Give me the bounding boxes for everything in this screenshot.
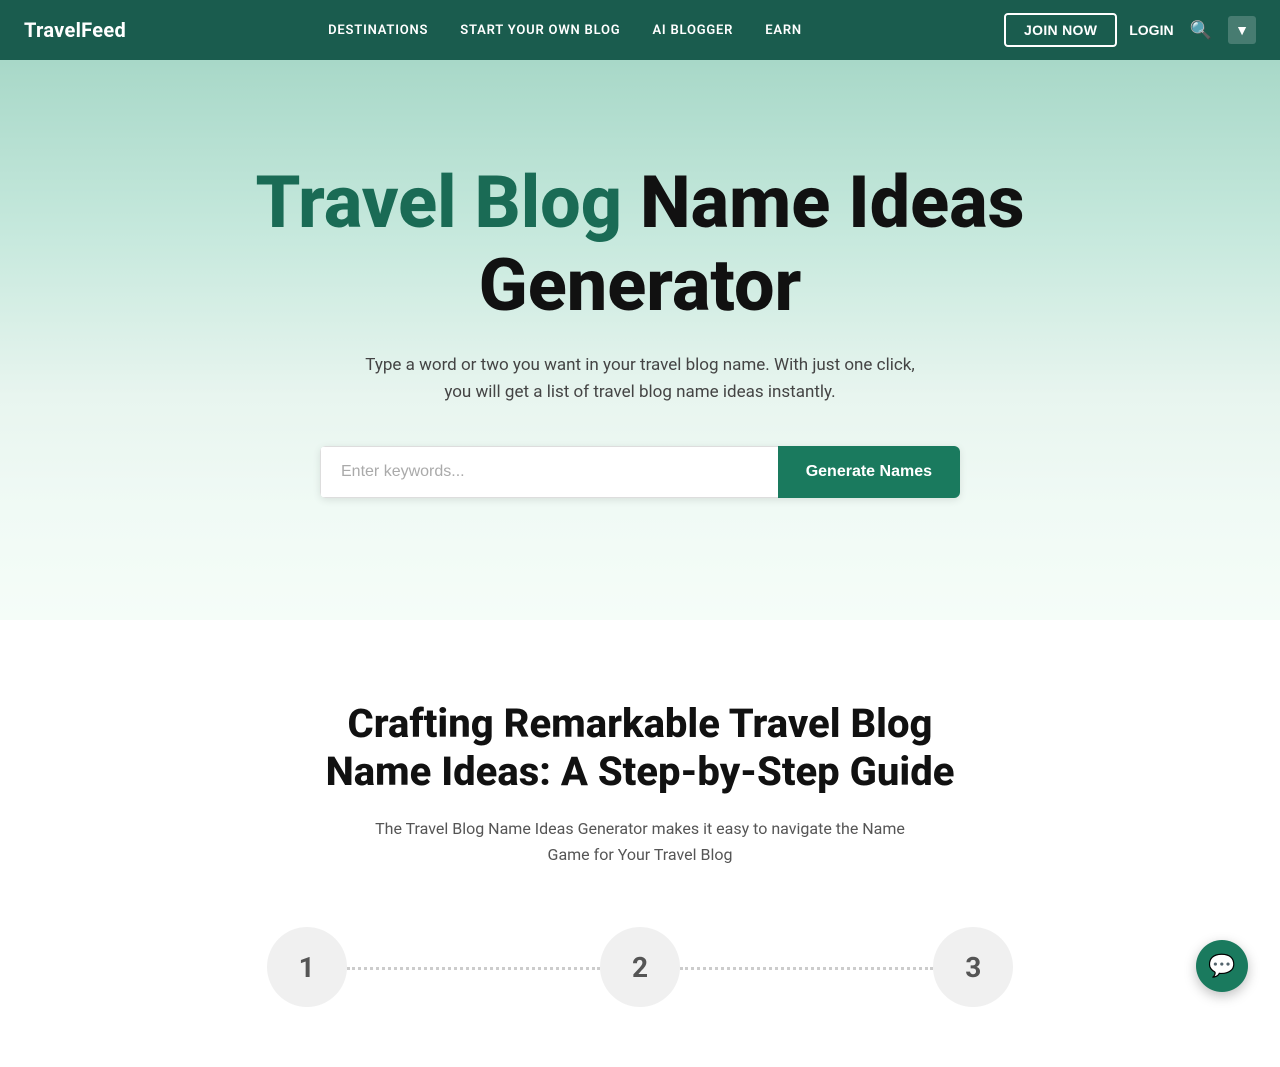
nav-ai-blogger[interactable]: AI BLOGGER xyxy=(652,23,733,38)
hero-subtitle: Type a word or two you want in your trav… xyxy=(360,352,920,406)
header-actions: JOIN NOW LOGIN 🔍 ▼ xyxy=(1004,13,1256,47)
step-3-circle: 3 xyxy=(933,927,1013,1007)
hero-section: Travel Blog Name Ideas Generator Type a … xyxy=(0,60,1280,620)
generate-names-button[interactable]: Generate Names xyxy=(778,446,960,498)
step-2-circle: 2 xyxy=(600,927,680,1007)
keywords-input[interactable] xyxy=(320,446,778,498)
chat-icon: 💬 xyxy=(1208,954,1235,979)
hero-title: Travel Blog Name Ideas Generator xyxy=(240,162,1040,328)
login-button[interactable]: LOGIN xyxy=(1129,22,1173,38)
nav-earn[interactable]: EARN xyxy=(765,23,802,38)
header: TravelFeed DESTINATIONS START YOUR OWN B… xyxy=(0,0,1280,60)
guide-subtitle: The Travel Blog Name Ideas Generator mak… xyxy=(360,816,920,867)
guide-section: Crafting Remarkable Travel Blog Name Ide… xyxy=(0,620,1280,1067)
nav-start-blog[interactable]: START YOUR OWN BLOG xyxy=(460,23,620,38)
step-2-connector xyxy=(680,967,933,970)
hero-title-part1: Travel Blog xyxy=(255,160,622,245)
search-icon[interactable]: 🔍 xyxy=(1186,16,1216,45)
step-1-connector xyxy=(347,967,600,970)
join-now-button[interactable]: JOIN NOW xyxy=(1004,13,1117,47)
steps-row: 1 2 3 xyxy=(140,927,1140,1007)
guide-title: Crafting Remarkable Travel Blog Name Ide… xyxy=(290,700,990,796)
step-1-item: 1 xyxy=(140,927,473,1007)
chevron-down-icon[interactable]: ▼ xyxy=(1228,16,1256,44)
main-nav: DESTINATIONS START YOUR OWN BLOG AI BLOG… xyxy=(328,23,802,38)
logo: TravelFeed xyxy=(24,18,126,42)
step-1-circle: 1 xyxy=(267,927,347,1007)
nav-destinations[interactable]: DESTINATIONS xyxy=(328,23,428,38)
keyword-search-form: Generate Names xyxy=(320,446,960,498)
chat-widget-button[interactable]: 💬 xyxy=(1196,940,1248,992)
